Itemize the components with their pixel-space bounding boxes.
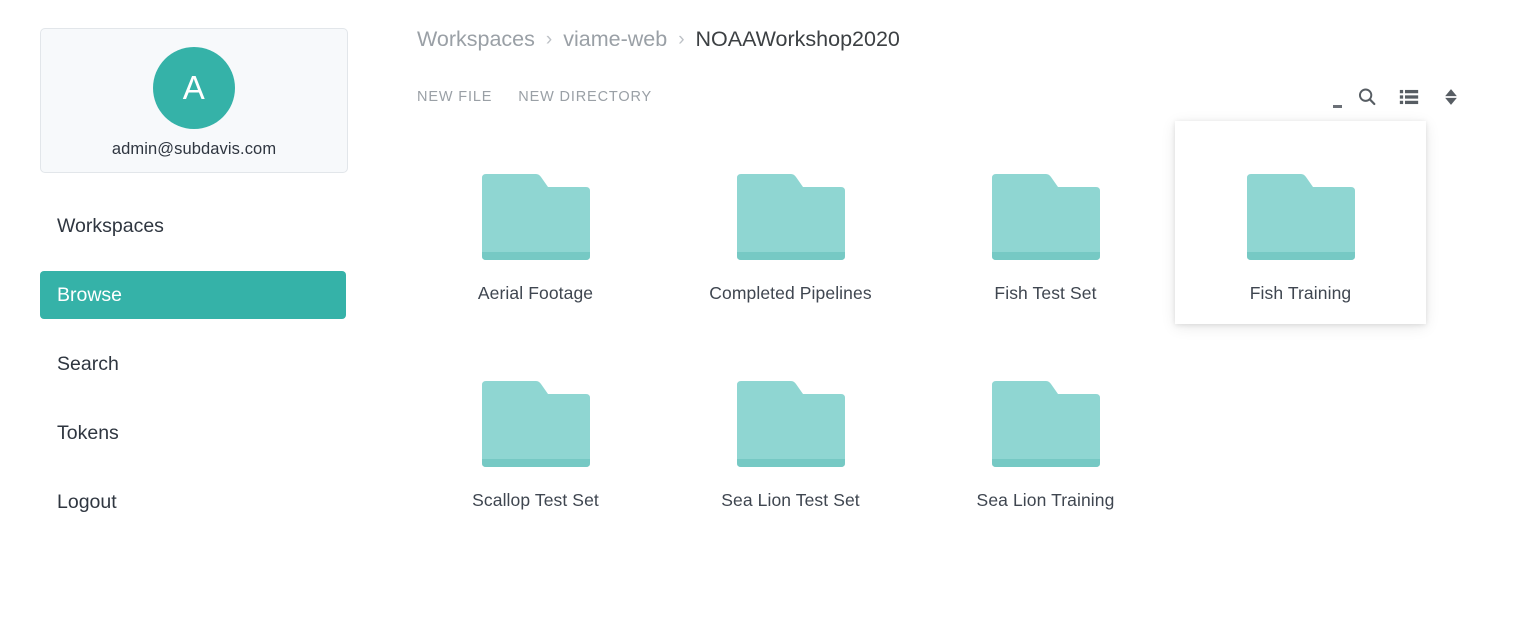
sidebar-item-label: Browse — [57, 283, 123, 306]
toolbar: NEW FILE NEW DIRECTORY — [410, 78, 1523, 116]
folder-icon — [990, 375, 1102, 475]
breadcrumb: Workspaces › viame-web › NOAAWorkshop202… — [410, 22, 1523, 56]
folder-label: Completed Pipelines — [709, 283, 872, 303]
breadcrumb-item-workspaces[interactable]: Workspaces — [417, 27, 535, 52]
sidebar-item-label: Tokens — [57, 421, 119, 444]
sidebar-item-label: Logout — [57, 490, 117, 513]
main-content: Workspaces › viame-web › NOAAWorkshop202… — [410, 0, 1523, 631]
new-file-button[interactable]: NEW FILE — [417, 89, 492, 105]
folder-label: Sea Lion Training — [976, 490, 1115, 510]
sidebar-item-search[interactable]: Search — [40, 340, 346, 388]
avatar: A — [153, 47, 235, 129]
folder-label: Scallop Test Set — [472, 490, 599, 510]
folder-icon — [480, 168, 592, 268]
folder-icon — [990, 168, 1102, 268]
new-directory-button[interactable]: NEW DIRECTORY — [518, 89, 652, 105]
folder-card[interactable]: Aerial Footage — [410, 121, 661, 324]
breadcrumb-separator-icon: › — [545, 28, 553, 50]
app-root: A admin@subdavis.com Workspaces Browse S… — [0, 0, 1523, 631]
sidebar-nav: Workspaces Browse Search Tokens Logout — [40, 202, 370, 526]
breadcrumb-item-viame-web[interactable]: viame-web — [563, 27, 667, 52]
folder-icon — [735, 168, 847, 268]
sidebar-item-tokens[interactable]: Tokens — [40, 409, 346, 457]
sidebar-item-label: Search — [57, 352, 119, 375]
folder-card[interactable]: Completed Pipelines — [665, 121, 916, 324]
sidebar: A admin@subdavis.com Workspaces Browse S… — [0, 0, 410, 631]
sidebar-item-workspaces[interactable]: Workspaces — [40, 202, 346, 250]
search-icon[interactable] — [1353, 83, 1381, 111]
sidebar-item-logout[interactable]: Logout — [40, 478, 346, 526]
folder-card[interactable]: Fish Training — [1175, 121, 1426, 324]
avatar-initial: A — [182, 69, 206, 106]
list-view-icon[interactable] — [1395, 83, 1423, 111]
folder-icon — [1245, 168, 1357, 268]
file-grid: Aerial Footage Completed Pipelines Fish … — [410, 121, 1426, 531]
breadcrumb-separator-icon: › — [678, 28, 685, 50]
sidebar-item-browse[interactable]: Browse — [40, 271, 346, 319]
stray-dash-artifact — [1333, 105, 1342, 108]
sort-icon[interactable] — [1437, 83, 1465, 111]
folder-card[interactable]: Fish Test Set — [920, 121, 1171, 324]
user-email: admin@subdavis.com — [111, 140, 277, 158]
folder-icon — [480, 375, 592, 475]
folder-label: Sea Lion Test Set — [721, 490, 860, 510]
folder-card[interactable]: Sea Lion Test Set — [665, 328, 916, 531]
sidebar-item-label: Workspaces — [57, 214, 164, 237]
folder-card[interactable]: Sea Lion Training — [920, 328, 1171, 531]
folder-icon — [735, 375, 847, 475]
user-card: A admin@subdavis.com — [40, 28, 348, 173]
breadcrumb-item-current: NOAAWorkshop2020 — [695, 26, 900, 51]
toolbar-icon-group — [1333, 83, 1465, 111]
folder-label: Aerial Footage — [477, 283, 594, 303]
folder-label: Fish Test Set — [994, 283, 1097, 303]
folder-label: Fish Training — [1249, 283, 1352, 303]
folder-card[interactable]: Scallop Test Set — [410, 328, 661, 531]
